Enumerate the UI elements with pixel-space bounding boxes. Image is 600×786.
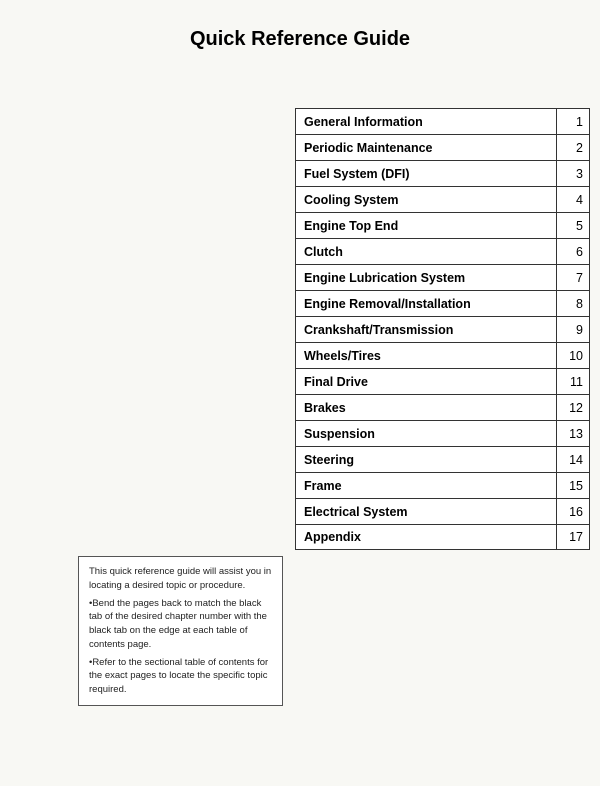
table-row[interactable]: Electrical System16: [295, 498, 590, 524]
toc-item-label: Wheels/Tires: [296, 343, 557, 368]
toc-item-label: Fuel System (DFI): [296, 161, 557, 186]
toc-item-number: 8: [557, 291, 589, 316]
page-title: Quick Reference Guide: [0, 0, 600, 69]
toc-item-number: 17: [557, 525, 589, 549]
table-row[interactable]: Appendix17: [295, 524, 590, 550]
page: Quick Reference Guide General Informatio…: [0, 0, 600, 786]
toc-item-label: General Information: [296, 109, 557, 134]
note-bullet-2: •Refer to the sectional table of content…: [89, 656, 272, 697]
toc-item-label: Final Drive: [296, 369, 557, 394]
toc-item-number: 4: [557, 187, 589, 212]
table-row[interactable]: Cooling System4: [295, 186, 590, 212]
table-row[interactable]: Frame15: [295, 472, 590, 498]
toc-item-label: Electrical System: [296, 499, 557, 524]
toc-item-number: 9: [557, 317, 589, 342]
table-row[interactable]: Wheels/Tires10: [295, 342, 590, 368]
toc-item-label: Cooling System: [296, 187, 557, 212]
toc-item-number: 12: [557, 395, 589, 420]
note-bullet-1: •Bend the pages back to match the black …: [89, 597, 272, 652]
note-text-main: This quick reference guide will assist y…: [89, 566, 271, 591]
table-row[interactable]: Crankshaft/Transmission9: [295, 316, 590, 342]
toc-item-number: 5: [557, 213, 589, 238]
note-box: This quick reference guide will assist y…: [78, 556, 283, 706]
table-row[interactable]: Fuel System (DFI)3: [295, 160, 590, 186]
toc-item-label: Brakes: [296, 395, 557, 420]
table-row[interactable]: Brakes12: [295, 394, 590, 420]
table-row[interactable]: Final Drive11: [295, 368, 590, 394]
toc-item-label: Crankshaft/Transmission: [296, 317, 557, 342]
toc-item-number: 14: [557, 447, 589, 472]
toc-item-number: 6: [557, 239, 589, 264]
table-row[interactable]: Clutch6: [295, 238, 590, 264]
toc-item-label: Appendix: [296, 525, 557, 549]
toc-item-number: 11: [557, 369, 589, 394]
toc-item-number: 13: [557, 421, 589, 446]
table-row[interactable]: Periodic Maintenance2: [295, 134, 590, 160]
toc-item-label: Engine Top End: [296, 213, 557, 238]
toc-item-label: Clutch: [296, 239, 557, 264]
toc-item-number: 10: [557, 343, 589, 368]
table-row[interactable]: General Information1: [295, 108, 590, 134]
table-row[interactable]: Engine Removal/Installation8: [295, 290, 590, 316]
toc-item-number: 7: [557, 265, 589, 290]
table-row[interactable]: Engine Lubrication System7: [295, 264, 590, 290]
toc-item-label: Engine Lubrication System: [296, 265, 557, 290]
toc-item-number: 2: [557, 135, 589, 160]
toc-item-label: Engine Removal/Installation: [296, 291, 557, 316]
table-of-contents: General Information1Periodic Maintenance…: [295, 108, 590, 550]
table-row[interactable]: Suspension13: [295, 420, 590, 446]
toc-item-label: Suspension: [296, 421, 557, 446]
toc-item-number: 3: [557, 161, 589, 186]
toc-item-number: 15: [557, 473, 589, 498]
toc-item-label: Steering: [296, 447, 557, 472]
table-row[interactable]: Engine Top End5: [295, 212, 590, 238]
table-row[interactable]: Steering14: [295, 446, 590, 472]
toc-item-number: 16: [557, 499, 589, 524]
toc-item-number: 1: [557, 109, 589, 134]
toc-item-label: Periodic Maintenance: [296, 135, 557, 160]
toc-item-label: Frame: [296, 473, 557, 498]
